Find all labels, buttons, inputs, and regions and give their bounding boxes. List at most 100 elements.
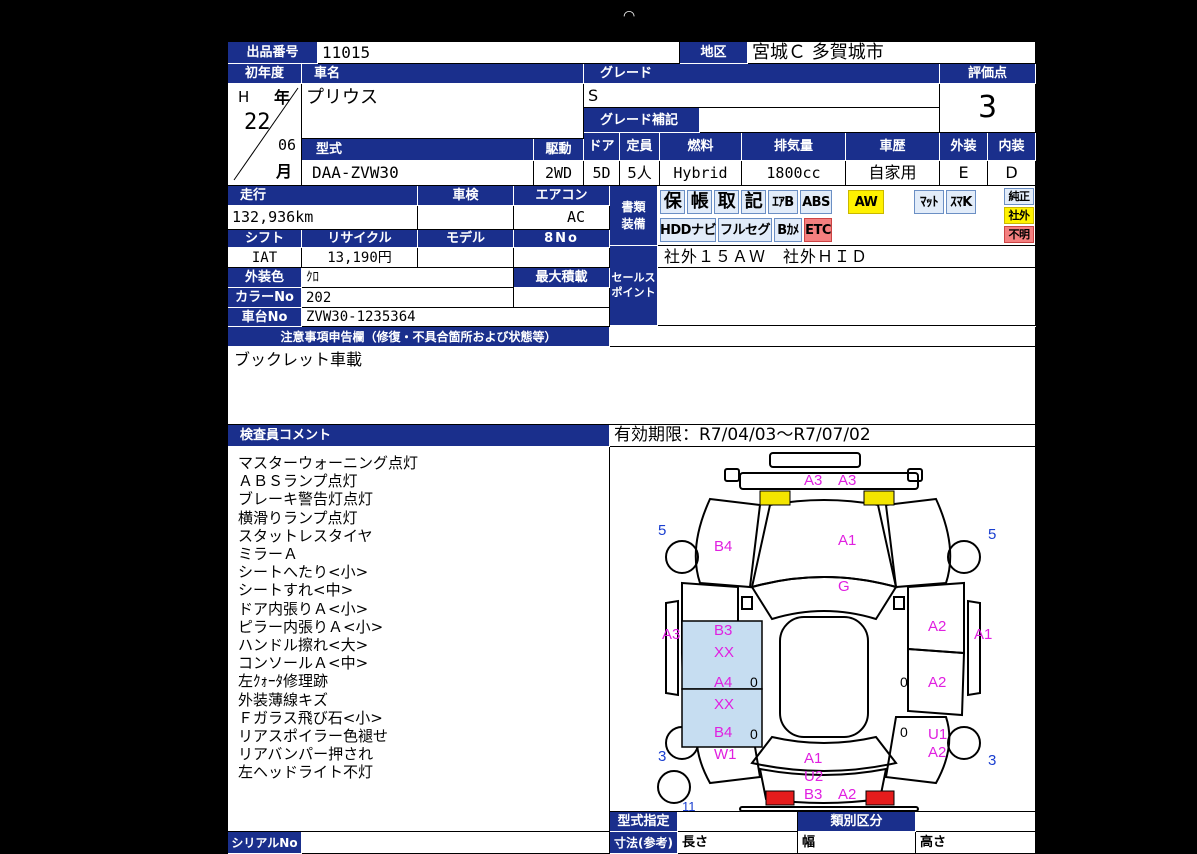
tag-unknown: 不明 bbox=[1004, 226, 1034, 243]
car-name-value: プリウス bbox=[302, 84, 584, 139]
inspector-comments-list: マスターウォーニング点灯 ＡＢＳランプ点灯 ブレーキ警告灯点灯 横滑りランプ点灯 スタッ… bbox=[238, 454, 418, 782]
year-value: 22 bbox=[244, 110, 271, 135]
grade-note-value bbox=[700, 108, 940, 133]
panel-spare: 11 bbox=[682, 799, 696, 812]
damage-u1: U1 bbox=[928, 726, 947, 743]
rear-glass bbox=[750, 735, 898, 772]
year-label: 年 bbox=[274, 88, 291, 107]
serial-no-value bbox=[302, 832, 610, 854]
notes-header-blank bbox=[610, 327, 1036, 347]
tag-aftermarket: 社外 bbox=[1004, 207, 1034, 224]
lot-no-label: 出品番号 bbox=[228, 42, 318, 64]
month-value: 06 bbox=[278, 136, 297, 154]
comment-line: Ｆガラス飛び石<小> bbox=[238, 708, 383, 727]
tag-hdd-navi: HDDナビ bbox=[660, 218, 716, 242]
score-value: 3 bbox=[940, 84, 1036, 133]
comment-line: 左ｸｫｰﾀ修理跡 bbox=[238, 672, 329, 691]
sales-point-value: 社外１５ＡＷ 社外ＨＩＤ bbox=[658, 246, 1036, 268]
first-reg-block: H 年 22 06 月 bbox=[228, 84, 302, 186]
interior-label: 内装 bbox=[988, 133, 1036, 161]
damage-a2-right-quarter: A2 bbox=[928, 744, 946, 761]
point-label: ポイント bbox=[611, 285, 656, 299]
tag-cho: 帳 bbox=[687, 190, 712, 214]
panel-front-left: 5 bbox=[658, 522, 666, 539]
roof-panel bbox=[779, 616, 869, 738]
wheel-front-right bbox=[947, 540, 981, 574]
front-bumper-left-end bbox=[724, 468, 740, 482]
doors-value: 5D bbox=[584, 161, 620, 186]
comment-line: ＡＢＳランプ点灯 bbox=[238, 472, 358, 491]
damage-xx-1: XX bbox=[714, 644, 734, 661]
comment-line: シートへたり<小> bbox=[238, 563, 369, 582]
comment-line: マスターウォーニング点灯 bbox=[238, 454, 419, 472]
drive-label: 駆動 bbox=[534, 139, 584, 161]
grade-label: グレード bbox=[584, 64, 940, 84]
region-value: 宮城Ｃ 多賀城市 bbox=[748, 42, 1036, 64]
auction-sheet: 出品番号 11015 地区 宮城Ｃ 多賀城市 初年度 車名 グレード 評価点 H… bbox=[228, 42, 1036, 854]
comment-line: 左ヘッドライト不灯 bbox=[238, 763, 374, 782]
first-reg-label: 初年度 bbox=[228, 64, 302, 84]
comment-line: ピラー内張りＡ<小> bbox=[238, 617, 384, 636]
wheel-rear-right bbox=[947, 726, 981, 760]
comment-line: ブレーキ警告灯点灯 bbox=[238, 490, 374, 509]
zero-2: 0 bbox=[750, 726, 758, 742]
tag-etc: ETC bbox=[804, 218, 832, 242]
inspection-label: 車検 bbox=[418, 186, 514, 206]
doc-equip-label: 書類 装備 bbox=[610, 186, 658, 246]
rear-bumper bbox=[739, 806, 919, 811]
aircon-label: エアコン bbox=[514, 186, 610, 206]
drive-value: 2WD bbox=[534, 161, 584, 186]
hood-panel bbox=[750, 499, 898, 589]
history-label: 車歴 bbox=[846, 133, 940, 161]
length-label: 長さ bbox=[678, 832, 798, 854]
displacement-value: 1800cc bbox=[742, 161, 846, 186]
model-label: 型式 bbox=[302, 139, 534, 161]
left-headlight bbox=[759, 490, 791, 506]
chassis-no-value: ZVW30-1235364 bbox=[302, 308, 610, 327]
right-headlight bbox=[863, 490, 895, 506]
tag-abs: ABS bbox=[800, 190, 832, 214]
region-label: 地区 bbox=[680, 42, 748, 64]
zero-3: 0 bbox=[900, 674, 908, 690]
fuel-label: 燃料 bbox=[660, 133, 742, 161]
damage-a2-rear: A2 bbox=[838, 786, 856, 803]
tag-genuine: 純正 bbox=[1004, 188, 1034, 205]
max-load-value bbox=[514, 288, 610, 308]
tag-airbag: ｴｱB bbox=[768, 190, 798, 214]
validity-value: 有効期限：R7/04/03～R7/07/02 bbox=[610, 425, 1036, 447]
capacity-value: 5人 bbox=[620, 161, 660, 186]
model-designation-label: 型式指定 bbox=[610, 812, 678, 832]
comment-line: シートすれ<中> bbox=[238, 581, 354, 600]
max-load-label: 最大積載 bbox=[514, 268, 610, 288]
tag-mat: ﾏｯﾄ bbox=[914, 190, 944, 214]
damage-b3-rear: B3 bbox=[804, 786, 822, 803]
comment-line: リアバンパー押され bbox=[238, 745, 374, 764]
dimensions-label: 寸法(参考) bbox=[610, 832, 678, 854]
damage-b4-front: B4 bbox=[714, 538, 732, 555]
right-front-fender bbox=[884, 497, 952, 589]
comment-line: リアスポイラー色褪せ bbox=[238, 727, 389, 746]
fuel-value: Hybrid bbox=[660, 161, 742, 186]
grade-note-label: グレード補記 bbox=[584, 108, 700, 133]
equipment-area: 保 帳 取 記 ｴｱB ABS AW ﾏｯﾄ ｽﾏK 純正 社外 不明 HDDナ… bbox=[658, 186, 1036, 246]
mileage-label: 走行 bbox=[228, 186, 418, 206]
recycle-label: リサイクル bbox=[302, 230, 418, 248]
panel-rear-left: 3 bbox=[658, 748, 666, 765]
ext-color-value: ｸﾛ bbox=[302, 268, 514, 288]
recycle-value: 13,190円 bbox=[302, 248, 418, 268]
width-label: 幅 bbox=[798, 832, 916, 854]
ext-color-label: 外装色 bbox=[228, 268, 302, 288]
aircon-value: AC bbox=[514, 206, 610, 230]
grade-value: S bbox=[584, 84, 940, 108]
panel-front-right: 5 bbox=[988, 526, 996, 543]
chassis-no-label: 車台No bbox=[228, 308, 302, 327]
car-diagram: A3 A3 B4 A1 G A3 B3 XX A2 A1 A4 XX A2 B4… bbox=[657, 452, 996, 812]
damage-a2-right-front-door: A2 bbox=[928, 618, 946, 635]
doc-label: 書類 bbox=[621, 200, 646, 215]
displacement-label: 排気量 bbox=[742, 133, 846, 161]
left-taillight bbox=[765, 790, 795, 806]
capacity-label: 定員 bbox=[620, 133, 660, 161]
comment-line: ドア内張りＡ<小> bbox=[238, 599, 369, 618]
damage-a4: A4 bbox=[714, 674, 732, 691]
left-mirror bbox=[741, 596, 753, 610]
